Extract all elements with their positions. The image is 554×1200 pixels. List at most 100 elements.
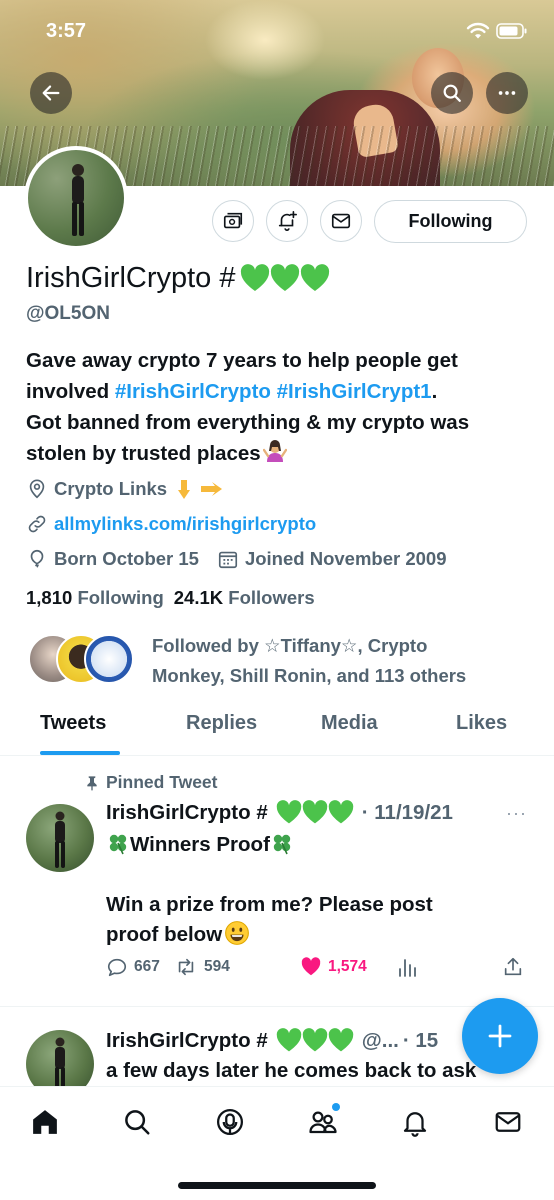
nav-communities[interactable] [306,1103,340,1139]
tweet-header: IrishGirlCrypto # @... · 15 [106,1028,438,1054]
tweet-title: Winners Proof [130,833,270,856]
tweet-date[interactable]: · 15 [403,1029,438,1053]
share-icon [504,957,522,976]
nav-messages[interactable] [491,1105,525,1139]
tweet-header: IrishGirlCrypto # · 11/19/21 [106,800,453,826]
compose-tweet-button[interactable] [462,998,538,1074]
following-button[interactable]: Following [374,200,527,243]
birthday-text: Born October 15 [54,548,199,569]
website-link[interactable]: allmylinks.com/irishgirlcrypto [54,513,316,535]
search-icon [125,1110,150,1135]
location-row: Crypto Links [26,478,225,500]
bio-line-3: Got banned from everything & my crypto w… [26,411,470,434]
display-name-text: IrishGirlCrypto # [26,262,236,294]
four-leaf-clover-icon [109,834,127,855]
tweet-divider [0,1006,554,1007]
home-indicator [178,1182,376,1189]
communities-icon [309,1111,337,1134]
avatar [84,634,134,684]
back-button[interactable] [30,72,72,114]
green-heart-icon [240,263,329,291]
tweet-more-button[interactable]: ··· [506,803,527,824]
green-heart-icon [276,1028,353,1052]
nav-home[interactable] [28,1105,62,1139]
pin-icon [87,775,97,790]
four-leaf-clover-icon [273,834,291,855]
envelope-icon [495,1112,521,1132]
active-tab-indicator [40,751,120,755]
heart-filled-icon [301,957,321,976]
nav-spaces[interactable] [213,1105,247,1139]
wifi-icon [466,22,490,39]
battery-icon [496,23,527,39]
location-text: Crypto Links [54,478,168,499]
search-button[interactable] [431,72,473,114]
tweet-text: Winners Proof Win a prize from me? Pleas… [106,830,526,950]
tab-tweets[interactable]: Tweets [40,712,106,735]
tab-media[interactable]: Media [321,712,378,735]
pointing-hands-emoji-icon [178,480,223,499]
location-pin-icon [29,479,45,499]
retweet-icon [178,958,194,976]
notifications-subscribe-button[interactable] [266,200,308,242]
pinned-label: Pinned Tweet [84,772,218,793]
arrow-left-icon [42,85,60,101]
retweet-count: 594 [204,958,230,975]
followers-label: Followers [228,587,315,608]
nav-search[interactable] [120,1105,154,1139]
tweet-date[interactable]: · 11/19/21 [362,801,453,825]
like-count: 1,574 [328,958,367,975]
more-options-button[interactable] [486,72,528,114]
tweet-title-line: Winners Proof [106,830,526,860]
mutual-followers-avatars[interactable] [28,632,140,688]
reply-icon [107,958,127,977]
reply-count: 667 [134,958,160,975]
tweet-text: a few days later he comes back to ask [106,1059,477,1082]
tweet-handle[interactable]: @... [362,1029,399,1053]
grinning-face-emoji-icon [225,921,250,945]
tab-likes[interactable]: Likes [456,712,507,735]
message-button[interactable] [320,200,362,242]
tip-button[interactable] [212,200,254,242]
retweet-button[interactable]: 594 [174,956,230,978]
followers-count-link[interactable]: 24.1K Followers [174,587,315,609]
tab-replies[interactable]: Replies [186,712,257,735]
money-tip-icon [223,212,243,229]
bio-text: involved [26,380,115,403]
share-button[interactable] [502,956,524,978]
avatar-person-figure [55,811,65,868]
tweet-author-avatar[interactable] [26,804,94,872]
following-count-link[interactable]: 1,810 Following [26,587,164,609]
analytics-button[interactable] [398,956,418,978]
avatar-person-figure [72,164,84,236]
followed-by-line: Followed by ☆Tiffany☆, Crypto [152,635,428,656]
like-button[interactable]: 1,574 [300,956,367,978]
hashtag-link[interactable]: #IrishGirlCrypto [115,380,271,403]
nav-notifications[interactable] [398,1105,432,1139]
bio-line-2: involved #IrishGirlCrypto #IrishGirlCryp… [26,376,536,407]
calendar-icon [218,551,238,569]
tweet-author-name[interactable]: IrishGirlCrypto # [106,1029,268,1053]
bio-line-4: stolen by trusted places [26,438,536,469]
dates-row: Born October 15 Joined November 2009 [26,548,446,570]
bio-line-1: Gave away crypto 7 years to help people … [26,349,458,372]
green-heart-icon [276,800,353,824]
follow-counts: 1,810 Following 24.1K Followers [26,587,315,609]
envelope-icon [331,213,351,229]
link-icon [28,515,46,533]
analytics-icon [399,959,416,977]
profile-avatar[interactable] [24,146,128,250]
hashtag-link[interactable]: #IrishGirlCrypt1 [277,380,432,403]
balloon-icon [30,549,44,568]
plus-icon [488,1024,512,1048]
website-row: allmylinks.com/irishgirlcrypto [26,513,316,535]
reply-button[interactable]: 667 [106,956,160,978]
followed-by-text[interactable]: Followed by ☆Tiffany☆, Crypto Monkey, Sh… [152,631,532,691]
status-icons [466,22,528,40]
tweet-body-text: proof below [106,923,223,946]
pinned-text: Pinned Tweet [106,772,218,792]
tweet-author-name[interactable]: IrishGirlCrypto # [106,801,268,825]
bell-icon [403,1112,427,1137]
following-label: Following [77,587,164,608]
